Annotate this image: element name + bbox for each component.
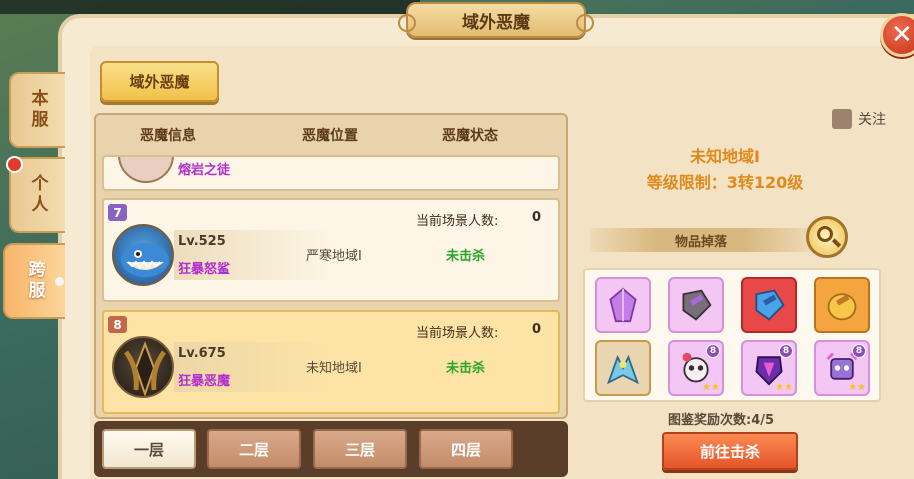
drop-item-slot[interactable]: [595, 340, 651, 396]
floor-tab-1[interactable]: 一层: [102, 429, 196, 469]
selected-indicator: [55, 277, 64, 286]
follow-checkbox[interactable]: [832, 109, 852, 129]
demon-status: 未击杀: [446, 249, 486, 264]
star-icon: ★★: [848, 382, 866, 393]
resource-bar: [0, 0, 420, 14]
collection-reward-count: 图鉴奖励次数:4/5: [668, 413, 775, 428]
scene-count-value: 0: [532, 210, 542, 225]
star-icon: ★★: [702, 382, 720, 393]
floor-tab-4[interactable]: 四层: [419, 429, 513, 469]
table-header: 恶魔信息 恶魔位置 恶魔状态: [96, 115, 566, 153]
header-demon-info: 恶魔信息: [140, 128, 196, 144]
tab-local-server[interactable]: 本服: [9, 72, 65, 148]
header-demon-location: 恶魔位置: [302, 128, 358, 144]
demon-table: 恶魔信息 恶魔位置 恶魔状态 熔岩之徒 7 Lv.525 狂暴怒鲨 严寒地域I …: [94, 113, 568, 419]
item-count-badge: 8: [852, 344, 866, 358]
item-drops-header: 物品掉落: [590, 228, 812, 252]
demon-name: 狂暴恶魔: [178, 374, 231, 389]
drop-item-slot[interactable]: 8 ★★: [814, 340, 870, 396]
shark-icon: [121, 243, 169, 277]
rank-badge: 7: [108, 204, 127, 221]
drop-item-slot[interactable]: [814, 277, 870, 333]
demon-location: 未知地域I: [306, 361, 362, 376]
shark-demon-portrait: [112, 224, 174, 286]
table-row[interactable]: 8 Lv.675 狂暴恶魔 未知地域I 当前场景人数: 0 未击杀: [102, 310, 560, 414]
demon-level: Lv.675: [178, 346, 226, 361]
drop-item-slot[interactable]: 8 ★★: [668, 340, 724, 396]
category-button[interactable]: 域外恶魔: [100, 61, 219, 102]
follow-label: 关注: [858, 112, 886, 128]
floor-tab-3[interactable]: 三层: [313, 429, 407, 469]
zone-name: 未知地域I: [690, 147, 760, 166]
level-limit: 等级限制：3转120级: [646, 173, 804, 192]
demon-name: 狂暴怒鲨: [178, 262, 231, 277]
demon-status: 未击杀: [446, 361, 486, 376]
star-icon: ★★: [775, 382, 793, 393]
scene-count-label: 当前场景人数:: [416, 214, 499, 229]
hammer-red-icon: [755, 289, 785, 321]
drop-item-slot[interactable]: 8 ★★: [741, 340, 797, 396]
item-count-badge: 8: [706, 344, 720, 358]
rank-badge: 8: [108, 316, 127, 333]
search-button[interactable]: [806, 216, 848, 258]
hammer-gold-icon: [827, 293, 857, 321]
scene-count-value: 0: [532, 322, 542, 337]
window-title: 域外恶魔: [398, 2, 594, 38]
scene-count-label: 当前场景人数:: [416, 326, 499, 341]
drop-item-slot[interactable]: [668, 277, 724, 333]
header-demon-status: 恶魔状态: [442, 128, 498, 144]
notification-dot: [6, 156, 23, 173]
floor-tab-bar: 一层 二层 三层 四层: [94, 421, 568, 477]
drop-items-grid: 8 ★★ 8 ★★ 8 ★★: [583, 268, 881, 402]
floor-tab-2[interactable]: 二层: [207, 429, 301, 469]
demon-portrait: [112, 336, 174, 398]
demon-location: 严寒地域I: [306, 249, 362, 264]
demon-portrait: [118, 157, 174, 183]
close-icon: ✕: [891, 20, 913, 50]
item-count-badge: 8: [779, 344, 793, 358]
demon-level: Lv.525: [178, 234, 226, 249]
table-row[interactable]: 熔岩之徒: [102, 155, 560, 191]
hammer-stone-icon: [682, 289, 712, 321]
table-row[interactable]: 7 Lv.525 狂暴怒鲨 严寒地域I 当前场景人数: 0 未击杀: [102, 198, 560, 302]
winged-creature-icon: [606, 354, 640, 385]
drop-item-slot[interactable]: [741, 277, 797, 333]
demon-horn-icon: [123, 341, 167, 396]
go-kill-button[interactable]: 前往击杀: [662, 432, 798, 470]
demon-name: 熔岩之徒: [178, 163, 231, 178]
purple-crystal-icon: [609, 287, 637, 323]
drop-item-slot[interactable]: [595, 277, 651, 333]
